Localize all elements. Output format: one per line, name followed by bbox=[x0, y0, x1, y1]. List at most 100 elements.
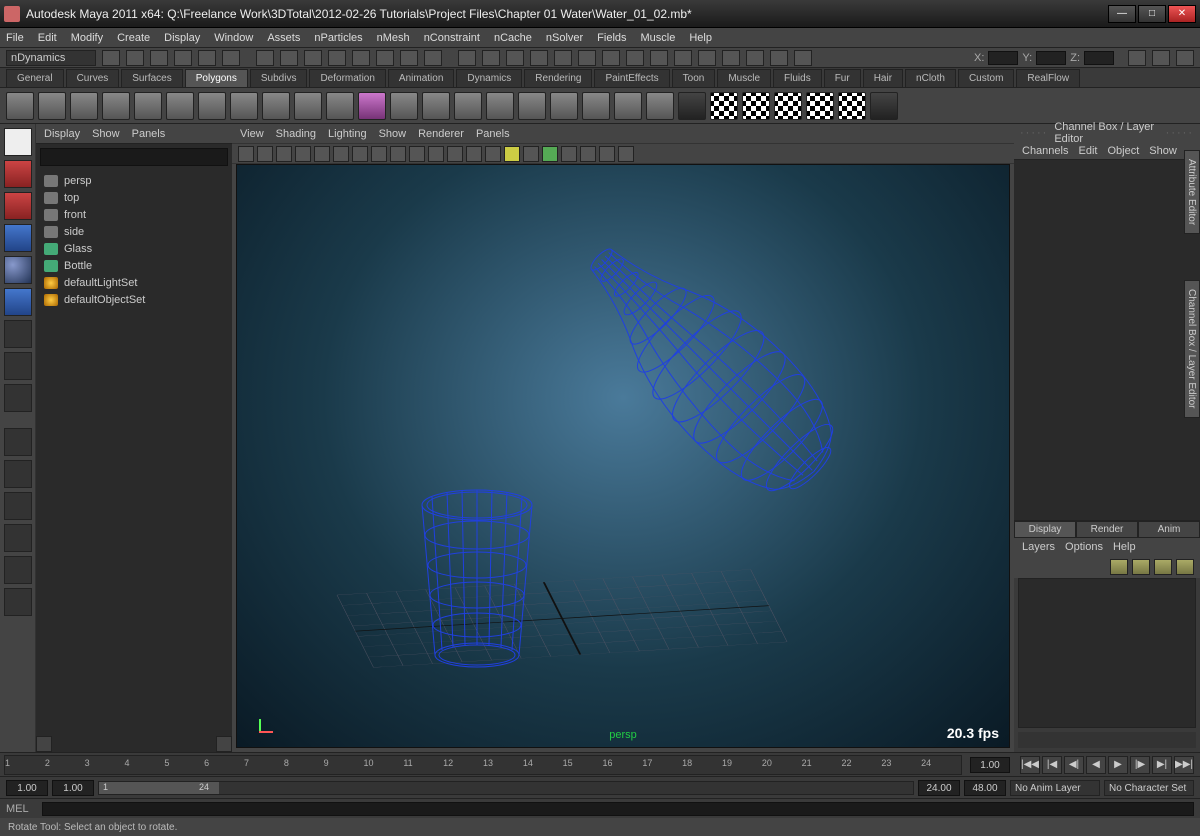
tool-icon[interactable] bbox=[794, 50, 812, 66]
layer-icon[interactable] bbox=[1176, 559, 1194, 575]
coord-z-input[interactable] bbox=[1084, 51, 1114, 65]
range-track[interactable]: 1 24 bbox=[98, 781, 914, 795]
layout-single[interactable] bbox=[4, 428, 32, 456]
layer-tab-anim[interactable]: Anim bbox=[1138, 521, 1200, 538]
menu-nparticles[interactable]: nParticles bbox=[314, 32, 362, 44]
shelf-tab-animation[interactable]: Animation bbox=[388, 69, 454, 87]
scroll-left[interactable] bbox=[36, 736, 52, 752]
scale-tool[interactable] bbox=[4, 288, 32, 316]
rotate-tool[interactable] bbox=[4, 256, 32, 284]
shelf-tab-surfaces[interactable]: Surfaces bbox=[121, 69, 182, 87]
tool-icon[interactable] bbox=[126, 50, 144, 66]
vp-icon[interactable] bbox=[352, 146, 368, 162]
shelf-tab-fur[interactable]: Fur bbox=[824, 69, 861, 87]
menu-ncache[interactable]: nCache bbox=[494, 32, 532, 44]
minimize-button[interactable]: — bbox=[1108, 5, 1136, 23]
outliner-item[interactable]: top bbox=[44, 191, 224, 205]
vp-icon[interactable] bbox=[390, 146, 406, 162]
menu-nsolver[interactable]: nSolver bbox=[546, 32, 583, 44]
vp-icon[interactable] bbox=[276, 146, 292, 162]
view-menu-shading[interactable]: Shading bbox=[276, 128, 316, 140]
outliner-item[interactable]: front bbox=[44, 208, 224, 222]
coord-y-input[interactable] bbox=[1036, 51, 1066, 65]
shelf-icon[interactable] bbox=[262, 92, 290, 120]
next-key-button[interactable]: |▶ bbox=[1130, 756, 1150, 774]
menu-file[interactable]: File bbox=[6, 32, 24, 44]
tool-icon[interactable] bbox=[722, 50, 740, 66]
range-start-in[interactable]: 1.00 bbox=[52, 780, 94, 796]
tool-icon[interactable] bbox=[304, 50, 322, 66]
range-start-out[interactable]: 1.00 bbox=[6, 780, 48, 796]
soft-mod-tool[interactable] bbox=[4, 352, 32, 380]
tool-icon[interactable] bbox=[602, 50, 620, 66]
outliner-item[interactable]: defaultObjectSet bbox=[44, 293, 224, 307]
tool-icon[interactable] bbox=[400, 50, 418, 66]
outliner-search[interactable] bbox=[40, 148, 228, 166]
shelf-icon[interactable] bbox=[806, 92, 834, 120]
vp-icon[interactable] bbox=[599, 146, 615, 162]
layer-icon[interactable] bbox=[1154, 559, 1172, 575]
tool-icon[interactable] bbox=[198, 50, 216, 66]
vp-icon[interactable] bbox=[314, 146, 330, 162]
tool-icon[interactable] bbox=[1128, 50, 1146, 66]
channel-menu-show[interactable]: Show bbox=[1149, 145, 1177, 157]
tool-icon[interactable] bbox=[626, 50, 644, 66]
shelf-icon[interactable] bbox=[230, 92, 258, 120]
layout-custom[interactable] bbox=[4, 588, 32, 616]
tool-icon[interactable] bbox=[578, 50, 596, 66]
view-menu-lighting[interactable]: Lighting bbox=[328, 128, 367, 140]
vp-icon[interactable] bbox=[371, 146, 387, 162]
tool-icon[interactable] bbox=[174, 50, 192, 66]
layout-four[interactable] bbox=[4, 460, 32, 488]
outliner-item[interactable]: persp bbox=[44, 174, 224, 188]
menu-fields[interactable]: Fields bbox=[597, 32, 626, 44]
scrollbar[interactable] bbox=[52, 736, 216, 752]
tool-icon[interactable] bbox=[150, 50, 168, 66]
vp-icon[interactable] bbox=[523, 146, 539, 162]
outliner-menu-panels[interactable]: Panels bbox=[132, 128, 166, 140]
shelf-icon[interactable] bbox=[326, 92, 354, 120]
shelf-icon[interactable] bbox=[838, 92, 866, 120]
shelf-icon[interactable] bbox=[742, 92, 770, 120]
shelf-tab-deformation[interactable]: Deformation bbox=[309, 69, 385, 87]
shelf-icon[interactable] bbox=[614, 92, 642, 120]
tool-icon[interactable] bbox=[554, 50, 572, 66]
tool-icon[interactable] bbox=[102, 50, 120, 66]
vp-icon[interactable] bbox=[485, 146, 501, 162]
layer-scrollbar[interactable] bbox=[1018, 732, 1196, 748]
shelf-tab-custom[interactable]: Custom bbox=[958, 69, 1014, 87]
command-input[interactable] bbox=[42, 802, 1194, 816]
view-menu-view[interactable]: View bbox=[240, 128, 264, 140]
layer-tab-display[interactable]: Display bbox=[1014, 521, 1076, 538]
shelf-tab-realflow[interactable]: RealFlow bbox=[1016, 69, 1080, 87]
maximize-button[interactable]: □ bbox=[1138, 5, 1166, 23]
layer-menu-options[interactable]: Options bbox=[1065, 541, 1103, 553]
shelf-icon[interactable] bbox=[710, 92, 738, 120]
shelf-tab-hair[interactable]: Hair bbox=[863, 69, 903, 87]
manipulator-tool[interactable] bbox=[4, 320, 32, 348]
tool-icon[interactable] bbox=[698, 50, 716, 66]
scroll-right[interactable] bbox=[216, 736, 232, 752]
shelf-icon[interactable] bbox=[6, 92, 34, 120]
tool-icon[interactable] bbox=[530, 50, 548, 66]
shelf-icon[interactable] bbox=[870, 92, 898, 120]
vp-icon[interactable] bbox=[409, 146, 425, 162]
shelf-tab-curves[interactable]: Curves bbox=[66, 69, 120, 87]
last-tool[interactable] bbox=[4, 384, 32, 412]
tool-icon[interactable] bbox=[674, 50, 692, 66]
shelf-tab-ncloth[interactable]: nCloth bbox=[905, 69, 956, 87]
outliner-menu-show[interactable]: Show bbox=[92, 128, 120, 140]
tool-icon[interactable] bbox=[746, 50, 764, 66]
move-tool[interactable] bbox=[4, 224, 32, 252]
shelf-icon[interactable] bbox=[198, 92, 226, 120]
layer-menu-help[interactable]: Help bbox=[1113, 541, 1136, 553]
shelf-icon[interactable] bbox=[70, 92, 98, 120]
range-end-in[interactable]: 24.00 bbox=[918, 780, 960, 796]
vp-icon[interactable] bbox=[295, 146, 311, 162]
outliner-item[interactable]: Glass bbox=[44, 242, 224, 256]
tool-icon[interactable] bbox=[1176, 50, 1194, 66]
layer-list[interactable] bbox=[1018, 578, 1196, 728]
tool-icon[interactable] bbox=[256, 50, 274, 66]
tool-icon[interactable] bbox=[650, 50, 668, 66]
shelf-icon[interactable] bbox=[390, 92, 418, 120]
